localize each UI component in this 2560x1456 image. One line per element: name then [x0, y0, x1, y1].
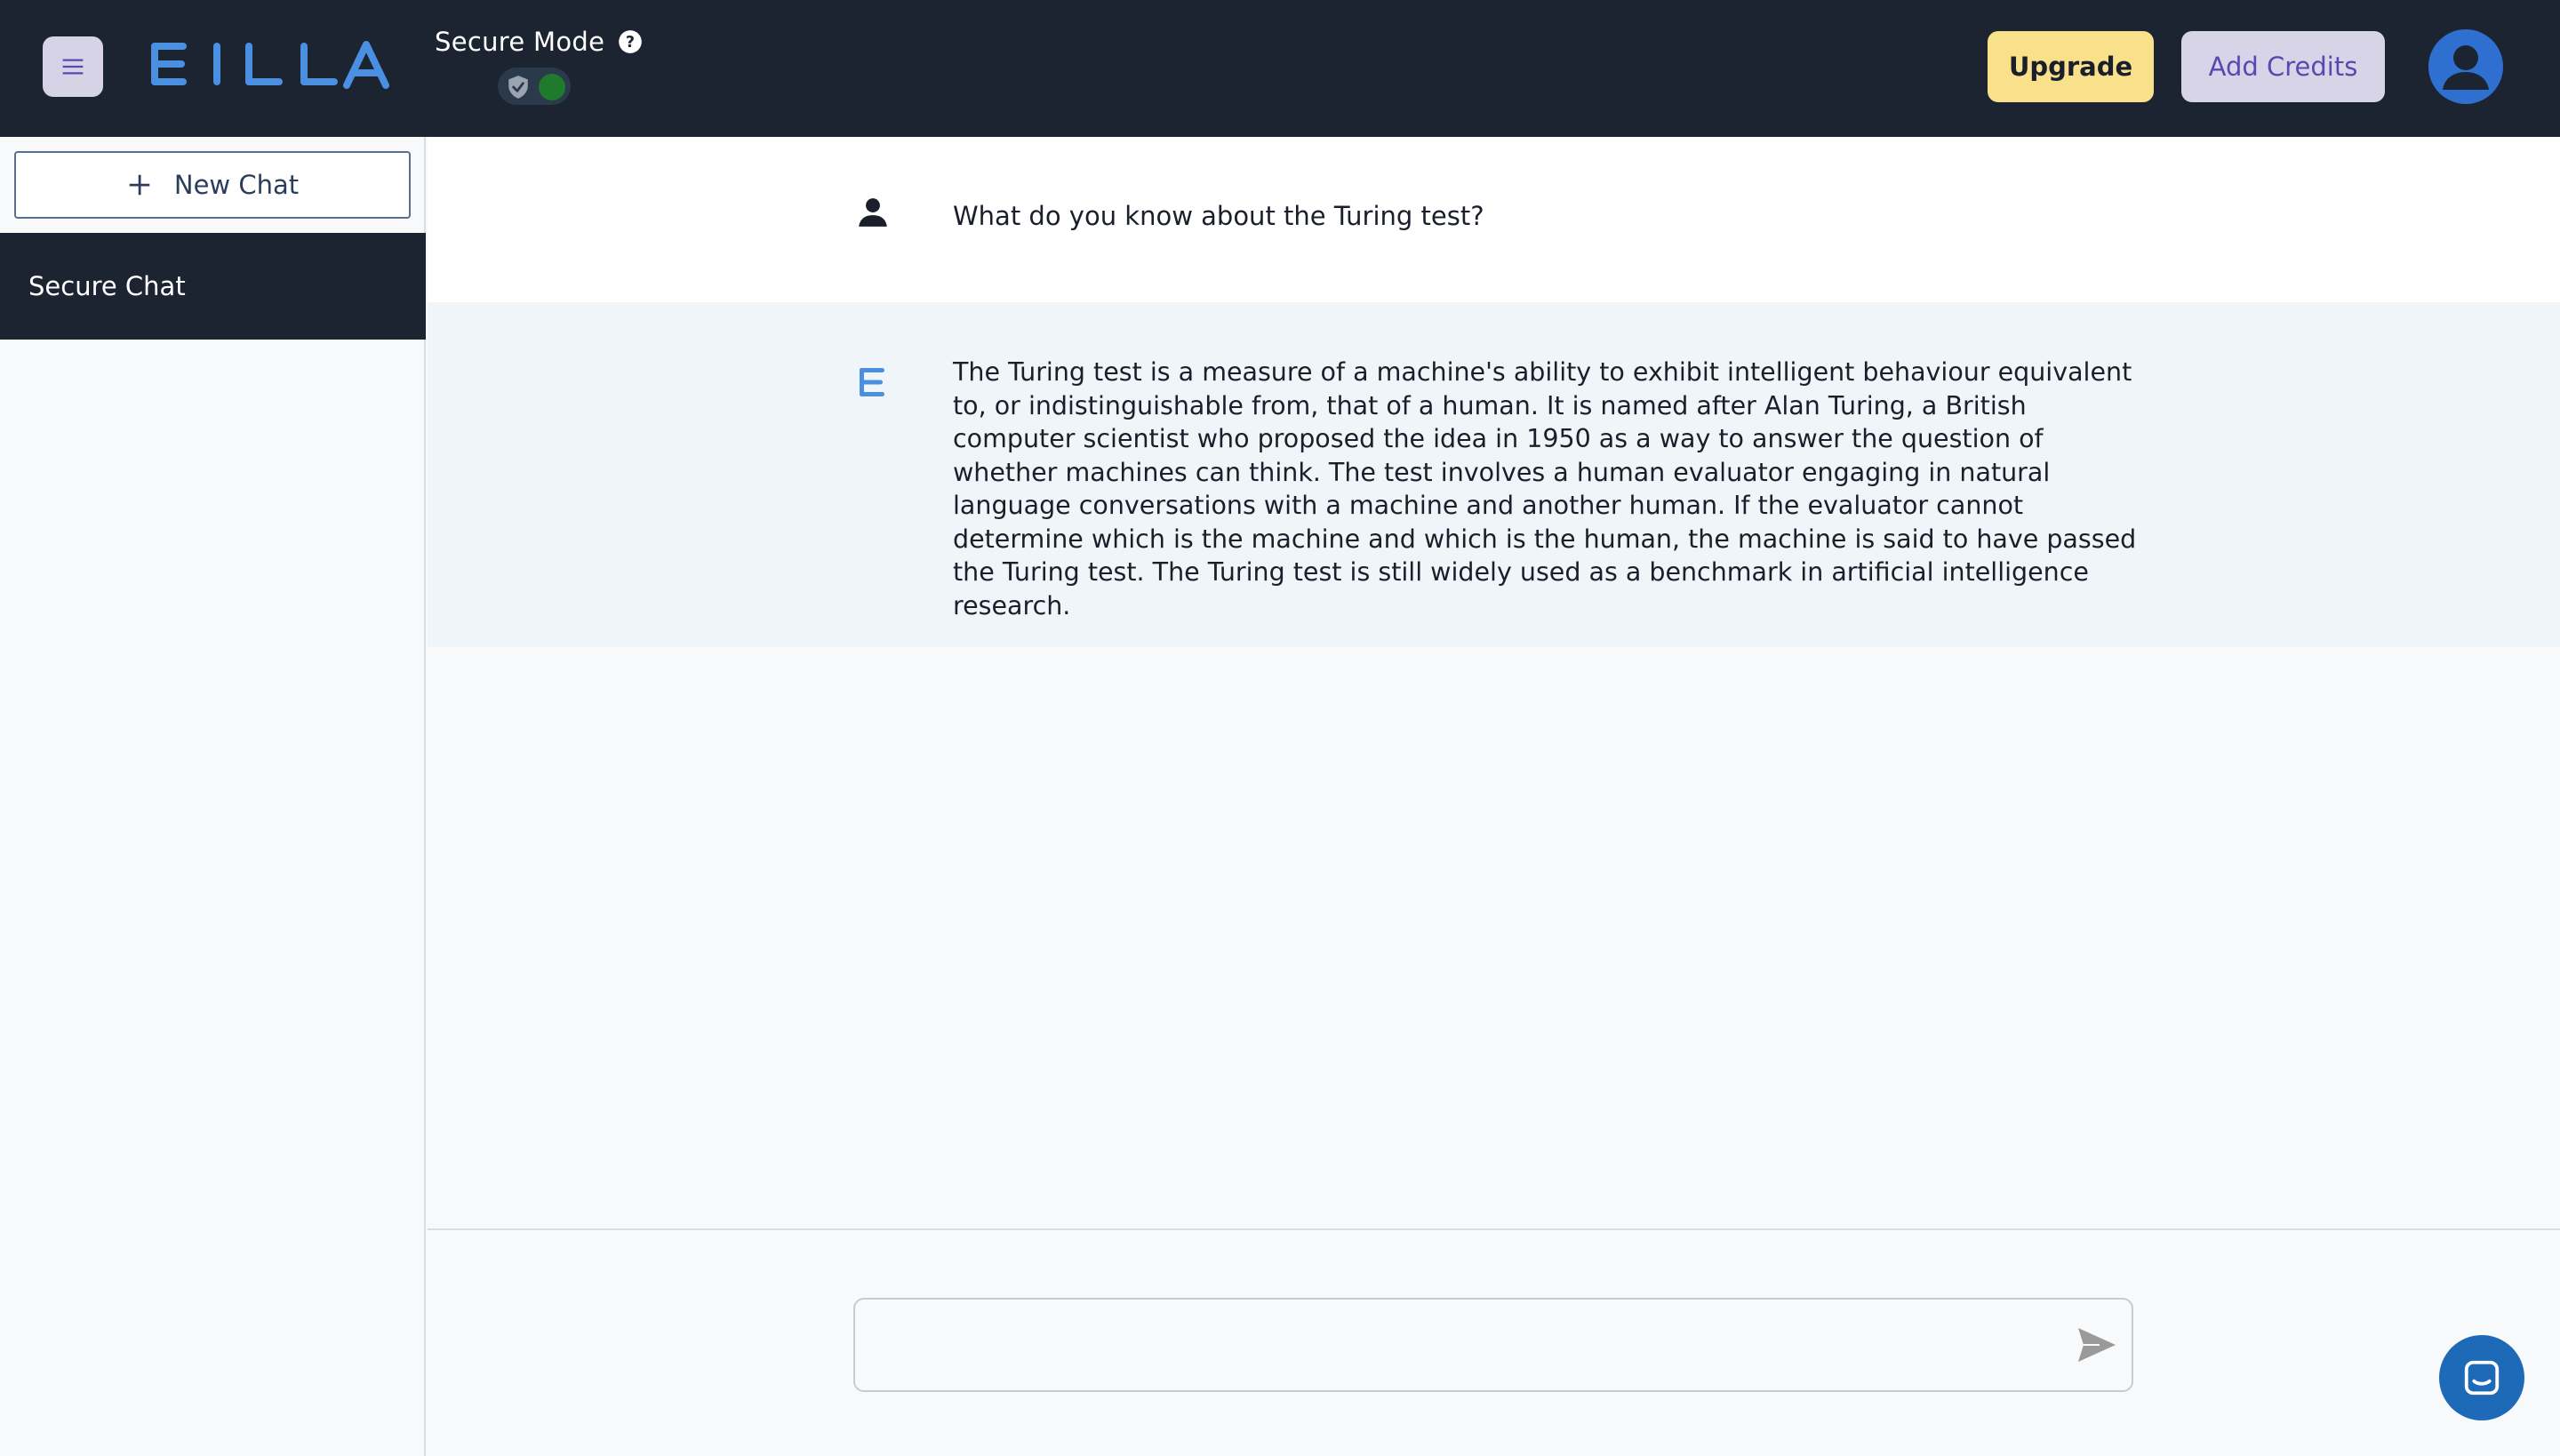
support-chat-launcher[interactable]: [2439, 1335, 2524, 1420]
eilla-logo[interactable]: [149, 39, 389, 89]
question-circle-icon[interactable]: ?: [618, 29, 643, 54]
hamburger-icon: [62, 59, 84, 75]
shield-check-icon: [508, 76, 528, 99]
plus-icon: [129, 174, 150, 196]
send-icon[interactable]: [2076, 1326, 2117, 1364]
assistant-message-text: The Turing test is a measure of a machin…: [953, 357, 2137, 620]
chat-area: What do you know about the Turing test? …: [428, 137, 2560, 1456]
user-message-text: What do you know about the Turing test?: [953, 201, 1484, 231]
menu-button[interactable]: [43, 36, 103, 97]
composer-divider: [428, 1228, 2560, 1230]
svg-text:?: ?: [626, 34, 635, 52]
chat-launcher-icon: [2464, 1360, 2500, 1396]
toggle-knob: [539, 74, 565, 100]
add-credits-button[interactable]: Add Credits: [2181, 31, 2385, 102]
secure-mode-label: Secure Mode: [435, 27, 605, 57]
user-message: What do you know about the Turing test?: [428, 137, 2560, 302]
user-avatar-icon: [2443, 45, 2489, 90]
eilla-e-icon: [860, 368, 884, 396]
sidebar: New Chat Secure Chat: [0, 137, 426, 1456]
assistant-message: The Turing test is a measure of a machin…: [428, 302, 2560, 647]
person-icon: [859, 198, 887, 227]
new-chat-label: New Chat: [173, 170, 300, 200]
secure-mode-toggle[interactable]: [498, 68, 571, 105]
sidebar-item-label: Secure Chat: [28, 271, 186, 301]
top-bar: Secure Mode ? Upgrade Add Credits: [0, 0, 2560, 137]
sidebar-item-secure-chat[interactable]: Secure Chat: [0, 233, 426, 340]
account-avatar[interactable]: [2428, 29, 2503, 104]
upgrade-button[interactable]: Upgrade: [1988, 31, 2154, 102]
new-chat-button[interactable]: New Chat: [14, 151, 411, 219]
message-input[interactable]: [873, 1317, 2046, 1372]
secure-mode-group: Secure Mode ?: [435, 27, 643, 57]
message-composer: [853, 1298, 2133, 1392]
